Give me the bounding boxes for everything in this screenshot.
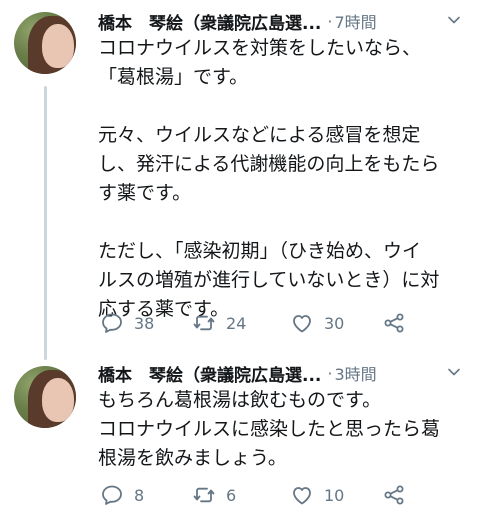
reply-button[interactable]: 38 (100, 308, 154, 338)
like-button[interactable]: 30 (290, 308, 344, 338)
separator-dot: · (327, 11, 333, 31)
like-button[interactable]: 10 (290, 480, 344, 510)
retweet-icon (193, 315, 215, 331)
separator-dot: · (327, 363, 333, 383)
heart-icon (293, 487, 311, 505)
reply-icon (102, 485, 122, 505)
tweet-header: 橋本 琴絵（衆議院広島選... · 7時間 (98, 8, 466, 34)
timestamp[interactable]: 7時間 (334, 9, 376, 33)
retweet-button[interactable]: 24 (192, 308, 246, 338)
reply-count: 8 (134, 485, 145, 505)
share-button[interactable] (382, 308, 416, 338)
reply-button[interactable]: 8 (100, 480, 144, 510)
tweet-text: コロナウイルスを対策をしたいなら、 「葛根湯」です。 元々、ウイルスなどによる感… (98, 34, 470, 324)
tweet[interactable]: 橋本 琴絵（衆議院広島選... · 7時間 コロナウイルスを対策をしたいなら、 … (0, 0, 480, 352)
tweet[interactable]: 橋本 琴絵（衆議院広島選... · 3時間 もちろん葛根湯は飲むものです。 コロ… (0, 352, 480, 512)
retweet-icon (193, 487, 215, 503)
retweet-count: 24 (226, 313, 247, 333)
heart-icon (293, 315, 311, 333)
avatar-face (42, 378, 74, 422)
like-count: 30 (324, 313, 345, 333)
like-count: 10 (324, 485, 345, 505)
tweet-paragraph: もちろん葛根湯は飲むものです。 コロナウイルスに感染したと思ったら葛 根湯を飲み… (98, 389, 441, 469)
retweet-button[interactable]: 6 (192, 480, 236, 510)
tweet-paragraph: 元々、ウイルスなどによる感冒を想定 し、発汗による代謝機能の向上をもたら す薬で… (98, 124, 440, 204)
tweet-paragraph: コロナウイルスを対策をしたいなら、 「葛根湯」です。 (98, 37, 422, 88)
tweet-actions: 8 6 10 (100, 480, 430, 510)
tweet-actions: 38 24 30 (100, 308, 430, 338)
share-button[interactable] (382, 480, 416, 510)
avatar[interactable] (14, 366, 76, 428)
author-name[interactable]: 橋本 琴絵（衆議院広島選... (98, 361, 321, 386)
chevron-down-icon[interactable] (446, 364, 462, 380)
retweet-count: 6 (226, 485, 237, 505)
share-icon (384, 313, 404, 333)
avatar[interactable] (14, 12, 76, 74)
chevron-down-icon[interactable] (446, 12, 462, 28)
timestamp[interactable]: 3時間 (334, 361, 376, 385)
reply-icon (102, 313, 122, 333)
share-icon (384, 485, 404, 505)
avatar-face (42, 24, 74, 68)
reply-count: 38 (134, 313, 155, 333)
tweet-header: 橋本 琴絵（衆議院広島選... · 3時間 (98, 360, 466, 386)
author-name[interactable]: 橋本 琴絵（衆議院広島選... (98, 9, 321, 34)
tweet-text: もちろん葛根湯は飲むものです。 コロナウイルスに感染したと思ったら葛 根湯を飲み… (98, 386, 470, 473)
